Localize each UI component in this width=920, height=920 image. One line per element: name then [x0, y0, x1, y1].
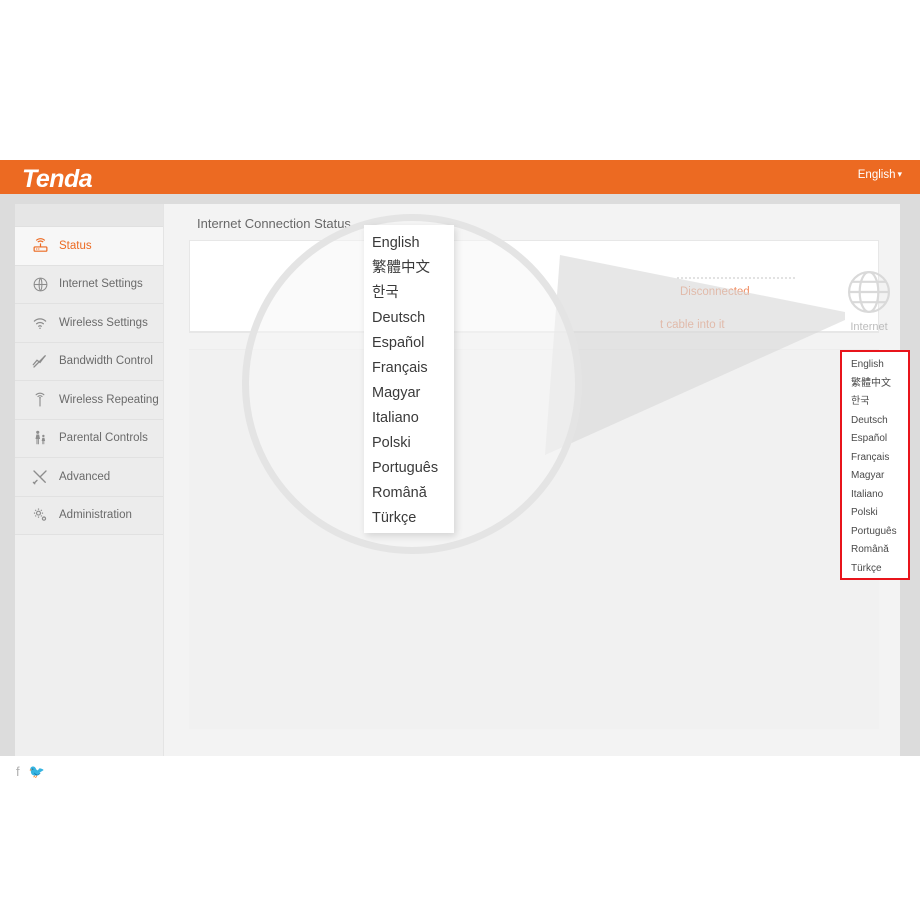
router-icon: [29, 235, 51, 257]
wifi-icon: [29, 312, 51, 334]
antenna-icon: [29, 389, 51, 411]
magnified-language-option: Français: [372, 360, 428, 376]
sidebar-item-label: Wireless Settings: [59, 316, 148, 329]
language-option[interactable]: Polski: [842, 504, 908, 523]
tools-icon: [29, 466, 51, 488]
sidebar-item-label: Advanced: [59, 470, 111, 483]
page-body: Status Internet Settings Wireless Settin…: [0, 194, 920, 778]
magnified-language-option: 繁體中文: [372, 260, 430, 276]
connection-hint-text: t cable into it: [660, 319, 725, 331]
language-option[interactable]: Magyar: [842, 467, 908, 486]
sidebar: Status Internet Settings Wireless Settin…: [15, 204, 163, 756]
gear-icon: [29, 504, 51, 526]
top-header-bar: Tenda English ▾: [0, 160, 920, 194]
language-option[interactable]: Português: [842, 523, 908, 542]
magnified-language-option: Magyar: [372, 385, 421, 401]
sidebar-item-parental-controls[interactable]: Parental Controls: [15, 419, 163, 458]
language-switcher-button[interactable]: English ▾: [858, 169, 902, 181]
sidebar-item-status[interactable]: Status: [15, 227, 163, 266]
magnified-language-option: Türkçe: [372, 510, 417, 526]
main-content-panel: Internet Connection Status Disconnected …: [163, 204, 900, 756]
magnified-language-option: 한국: [372, 285, 399, 301]
parent-child-icon: [29, 427, 51, 449]
sidebar-item-label: Wireless Repeating: [59, 393, 159, 406]
magnified-language-option: Italiano: [372, 410, 419, 426]
chevron-down-icon: ▾: [897, 169, 902, 179]
magnified-language-option: Română: [372, 485, 427, 501]
magnified-language-option: English: [372, 235, 420, 251]
trend-line-icon: [29, 350, 51, 372]
language-option[interactable]: 한국: [842, 393, 908, 412]
language-option[interactable]: Français: [842, 449, 908, 468]
language-dropdown-menu[interactable]: English 繁體中文 한국 Deutsch Español Français Magya…: [840, 350, 910, 580]
page-title: Internet Connection Status: [197, 216, 351, 231]
router-admin-page: Tenda English ▾ Status Internet Settings…: [0, 160, 920, 778]
language-option[interactable]: 繁體中文: [842, 375, 908, 394]
magnified-language-option: Deutsch: [372, 310, 426, 326]
sidebar-header-strip: [15, 204, 163, 227]
language-option[interactable]: English: [842, 356, 908, 375]
status-card-divider: [189, 332, 879, 333]
sidebar-item-label: Status: [59, 239, 92, 252]
tenda-logo: Tenda: [22, 165, 93, 193]
sidebar-nav: Status Internet Settings Wireless Settin…: [15, 227, 163, 535]
sidebar-item-advanced[interactable]: Advanced: [15, 458, 163, 497]
sidebar-item-internet-settings[interactable]: Internet Settings: [15, 265, 163, 304]
twitter-icon[interactable]: 🐦: [29, 765, 45, 778]
language-option[interactable]: Italiano: [842, 486, 908, 505]
globe-icon: [29, 273, 51, 295]
internet-globe-icon: [843, 266, 895, 318]
screenshot-root: Tenda English ▾ Status Internet Settings…: [0, 0, 920, 920]
language-switcher-label: English: [857, 169, 896, 181]
magnified-language-option: Polski: [372, 435, 411, 451]
magnified-language-option: Português: [372, 460, 439, 476]
internet-status-card: Disconnected t cable into it Internet: [189, 240, 891, 333]
sidebar-item-label: Administration: [59, 509, 132, 522]
facebook-icon[interactable]: f: [16, 765, 20, 778]
magnified-language-dropdown: English 繁體中文 한국 Deutsch Español Français Magya…: [364, 225, 454, 533]
social-links: f 🐦: [16, 765, 45, 778]
sidebar-item-label: Bandwidth Control: [59, 355, 153, 368]
sidebar-item-wireless-repeating[interactable]: Wireless Repeating: [15, 381, 163, 420]
language-option[interactable]: Deutsch: [842, 412, 908, 431]
magnified-language-option: Español: [372, 335, 425, 351]
language-option[interactable]: Español: [842, 430, 908, 449]
language-option[interactable]: Română: [842, 541, 908, 560]
sidebar-item-administration[interactable]: Administration: [15, 496, 163, 535]
content-lower-panel: [189, 349, 879, 729]
sidebar-item-label: Internet Settings: [59, 278, 143, 291]
sidebar-item-bandwidth-control[interactable]: Bandwidth Control: [15, 342, 163, 381]
status-badge: Disconnected: [680, 286, 750, 298]
language-option[interactable]: Türkçe: [842, 560, 908, 579]
connection-dotted-line: [677, 277, 795, 279]
sidebar-item-wireless-settings[interactable]: Wireless Settings: [15, 304, 163, 343]
sidebar-item-label: Parental Controls: [59, 432, 148, 445]
